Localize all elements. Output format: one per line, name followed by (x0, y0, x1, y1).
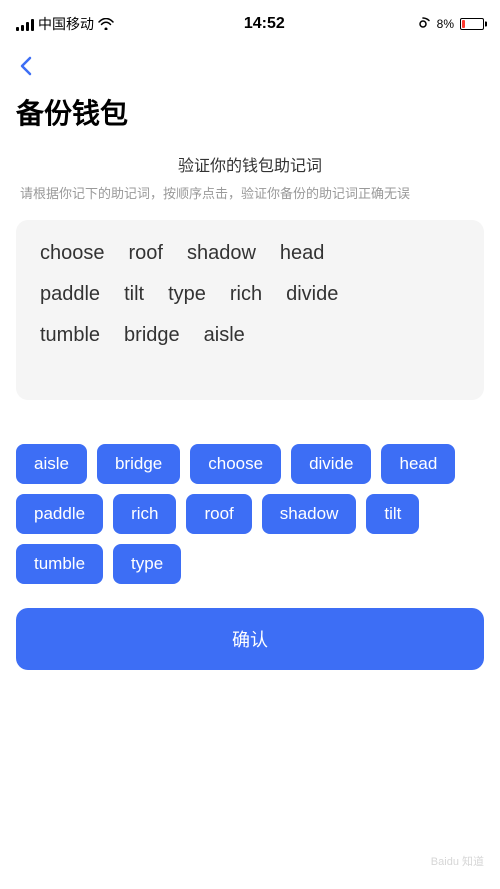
word-btn-bridge[interactable]: bridge (97, 444, 180, 484)
word-divide: divide (278, 281, 346, 308)
word-paddle: paddle (32, 281, 108, 308)
confirm-area: 确认 (0, 608, 500, 670)
status-right: 8% (415, 16, 484, 32)
status-bar: 中国移动 14:52 8% (0, 0, 500, 44)
word-btn-aisle[interactable]: aisle (16, 444, 87, 484)
battery-percent: 8% (437, 17, 454, 31)
word-row-1: choose roof shadow head (32, 240, 468, 267)
wifi-icon (98, 18, 114, 30)
page-title: 备份钱包 (0, 84, 500, 152)
word-btn-rich[interactable]: rich (113, 494, 176, 534)
word-roof: roof (121, 240, 171, 267)
signal-icon (16, 17, 34, 31)
back-button[interactable] (0, 44, 500, 84)
word-btn-divide[interactable]: divide (291, 444, 371, 484)
back-arrow-icon (16, 56, 36, 76)
word-buttons-area: aisle bridge choose divide head paddle r… (0, 444, 500, 584)
word-row-2: paddle tilt type rich divide (32, 281, 468, 308)
word-display-area: choose roof shadow head paddle tilt type… (16, 220, 484, 400)
verify-title: 验证你的钱包助记词 (16, 152, 484, 176)
word-head: head (272, 240, 333, 267)
watermark: Baidu 知道 (431, 853, 484, 869)
word-btn-shadow[interactable]: shadow (262, 494, 357, 534)
word-btn-type[interactable]: type (113, 544, 181, 584)
status-left: 中国移动 (16, 14, 114, 34)
word-rich: rich (222, 281, 270, 308)
word-btn-head[interactable]: head (381, 444, 455, 484)
verify-desc: 请根据你记下的助记词，按顺序点击，验证你备份的助记词正确无误 (16, 184, 484, 204)
confirm-button[interactable]: 确认 (16, 608, 484, 670)
carrier-label: 中国移动 (38, 14, 94, 34)
word-tilt: tilt (116, 281, 152, 308)
word-shadow: shadow (179, 240, 264, 267)
word-btn-paddle[interactable]: paddle (16, 494, 103, 534)
status-time: 14:52 (244, 15, 285, 33)
word-btn-tumble[interactable]: tumble (16, 544, 103, 584)
word-tumble: tumble (32, 322, 108, 349)
battery-icon (460, 18, 484, 30)
word-aisle: aisle (196, 322, 253, 349)
word-btn-roof[interactable]: roof (186, 494, 251, 534)
word-btn-choose[interactable]: choose (190, 444, 281, 484)
hotspot-icon (415, 16, 431, 32)
word-btn-tilt[interactable]: tilt (366, 494, 419, 534)
word-type: type (160, 281, 214, 308)
word-bridge: bridge (116, 322, 188, 349)
word-row-3: tumble bridge aisle (32, 322, 468, 349)
verify-section: 验证你的钱包助记词 请根据你记下的助记词，按顺序点击，验证你备份的助记词正确无误… (0, 152, 500, 444)
word-choose: choose (32, 240, 113, 267)
